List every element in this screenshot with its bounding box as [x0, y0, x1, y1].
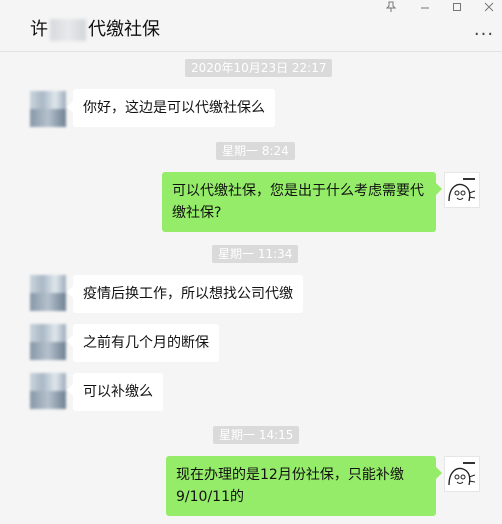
- contact-avatar[interactable]: [30, 373, 66, 409]
- maximize-icon[interactable]: [446, 0, 468, 14]
- more-options-button[interactable]: ...: [470, 21, 498, 39]
- message-bubble-incoming[interactable]: 你好，这边是可以代缴社保么: [73, 89, 275, 127]
- message-bubble-incoming[interactable]: 之前有几个月的断保: [73, 324, 219, 362]
- contact-avatar[interactable]: [30, 324, 66, 360]
- cartoon-face-icon: [448, 462, 476, 486]
- timestamp-badge: 2020年10月23日 22:17: [185, 59, 333, 77]
- cartoon-face-icon: [448, 178, 476, 202]
- timestamp-badge: 星期一 11:34: [212, 245, 299, 263]
- bubble-tail: [436, 467, 442, 479]
- chat-title: 许 代缴社保: [30, 18, 160, 42]
- message-bubble-incoming[interactable]: 可以补缴么: [73, 373, 163, 411]
- close-icon[interactable]: [478, 0, 500, 14]
- pin-icon[interactable]: [380, 0, 402, 14]
- timestamp-badge: 星期一 14:15: [213, 426, 300, 444]
- timestamp-badge: 星期一 8:24: [216, 142, 295, 160]
- chat-header: 许 代缴社保 ...: [0, 0, 502, 52]
- contact-avatar[interactable]: [30, 275, 66, 311]
- minimize-icon[interactable]: [414, 0, 436, 14]
- message-bubble-outgoing[interactable]: 现在办理的是12月份社保，只能补缴9/10/11的: [166, 456, 436, 516]
- message-bubble-outgoing[interactable]: 可以代缴社保，您是出于什么考虑需要代缴社保?: [162, 172, 436, 232]
- chat-title-suffix: 代缴社保: [88, 19, 160, 40]
- bubble-tail: [436, 183, 442, 195]
- contact-avatar[interactable]: [30, 91, 66, 127]
- my-avatar[interactable]: [444, 456, 480, 492]
- message-bubble-incoming[interactable]: 疫情后换工作，所以想找公司代缴: [73, 275, 303, 313]
- my-avatar[interactable]: [444, 172, 480, 208]
- blurred-name: [50, 19, 86, 41]
- chat-title-prefix: 许: [30, 19, 48, 40]
